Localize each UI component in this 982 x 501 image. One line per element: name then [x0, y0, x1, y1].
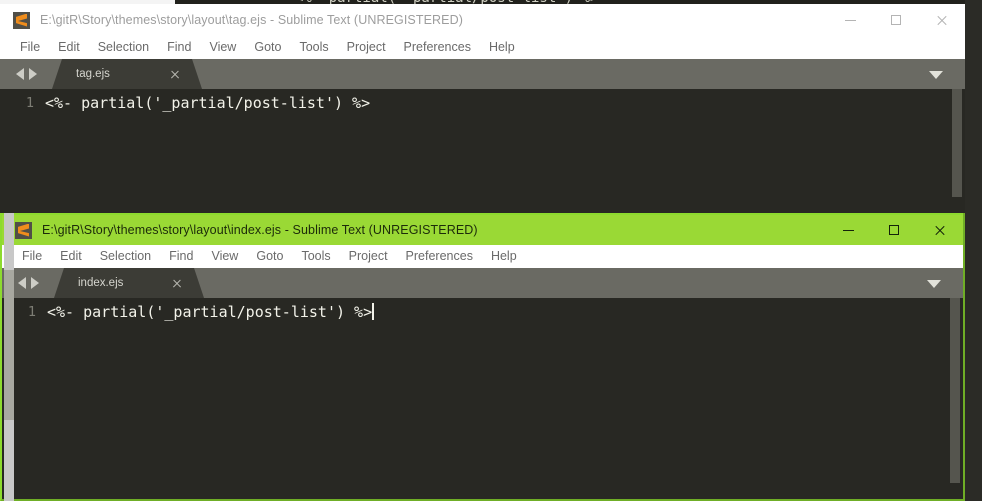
menu-item-file[interactable]: File: [13, 245, 51, 268]
maximize-button[interactable]: [871, 215, 917, 245]
sublime-text-logo-icon: [15, 221, 32, 239]
menubar-index-ejs: File Edit Selection Find View Goto Tools…: [2, 245, 963, 268]
menu-item-preferences[interactable]: Preferences: [395, 36, 480, 59]
titlebar-tag-ejs[interactable]: E:\gitR\Story\themes\story\layout\tag.ej…: [0, 4, 965, 36]
sublime-text-logo-icon: [13, 11, 30, 29]
close-icon: [934, 224, 946, 236]
window-controls-tag-ejs: [827, 4, 965, 36]
code-line: 1 <%- partial('_partial/post-list') %>: [0, 92, 965, 114]
line-number: 1: [25, 95, 34, 111]
menu-item-goto[interactable]: Goto: [245, 36, 290, 59]
code-text-value: <%- partial('_partial/post-list') %>: [47, 303, 373, 321]
maximize-button[interactable]: [873, 4, 919, 36]
menu-item-edit[interactable]: Edit: [51, 245, 91, 268]
menu-item-preferences[interactable]: Preferences: [397, 245, 482, 268]
editor-tag-ejs[interactable]: 1 <%- partial('_partial/post-list') %> p…: [0, 89, 965, 214]
tabbar-tag-ejs: tag.ejs: [0, 59, 965, 89]
text-cursor: [372, 303, 374, 320]
minimize-icon: [844, 19, 856, 21]
tab-next-arrow-icon[interactable]: [30, 277, 39, 289]
close-button[interactable]: [919, 4, 965, 36]
window-title-index-ejs: E:\gitR\Story\themes\story\layout\index.…: [42, 223, 478, 237]
menu-item-project[interactable]: Project: [340, 245, 397, 268]
code-text[interactable]: <%- partial('_partial/post-list') %>: [47, 301, 374, 323]
window-index-ejs[interactable]: E:\gitR\Story\themes\story\layout\index.…: [0, 213, 965, 501]
menu-item-help[interactable]: Help: [482, 245, 526, 268]
editor-vertical-scrollbar[interactable]: [952, 89, 962, 204]
minimize-icon: [842, 229, 854, 231]
titlebar-index-ejs[interactable]: E:\gitR\Story\themes\story\layout\index.…: [2, 213, 963, 245]
tab-tag-ejs[interactable]: tag.ejs: [52, 59, 202, 89]
tab-prev-arrow-icon[interactable]: [15, 68, 24, 80]
menu-item-file[interactable]: File: [11, 36, 49, 59]
menu-item-help[interactable]: Help: [480, 36, 524, 59]
editor-vertical-scrollbar[interactable]: [950, 298, 960, 490]
menu-item-find[interactable]: Find: [160, 245, 202, 268]
close-button[interactable]: [917, 215, 963, 245]
tab-nav-arrows[interactable]: [0, 59, 52, 89]
tab-close-icon[interactable]: [170, 69, 180, 79]
window-tag-ejs[interactable]: E:\gitR\Story\themes\story\layout\tag.ej…: [0, 4, 965, 214]
tab-overflow-caret-icon[interactable]: [927, 280, 941, 288]
menu-item-project[interactable]: Project: [338, 36, 395, 59]
tab-label: index.ejs: [78, 277, 124, 289]
menu-item-view[interactable]: View: [200, 36, 245, 59]
menu-item-view[interactable]: View: [202, 245, 247, 268]
close-icon: [936, 14, 948, 26]
tab-index-ejs[interactable]: index.ejs: [54, 268, 204, 298]
minimize-button[interactable]: [825, 215, 871, 245]
tab-label: tag.ejs: [76, 68, 110, 80]
editor-index-ejs[interactable]: 1 <%- partial('_partial/post-list') %> p…: [2, 298, 963, 499]
menu-item-find[interactable]: Find: [158, 36, 200, 59]
tab-prev-arrow-icon[interactable]: [17, 277, 26, 289]
minimize-button[interactable]: [827, 4, 873, 36]
menu-item-selection[interactable]: Selection: [89, 36, 158, 59]
menu-item-tools[interactable]: Tools: [290, 36, 337, 59]
tab-next-arrow-icon[interactable]: [28, 68, 37, 80]
tabbar-index-ejs: index.ejs: [2, 268, 963, 298]
maximize-icon: [891, 15, 901, 25]
menubar-tag-ejs: File Edit Selection Find View Goto Tools…: [0, 36, 965, 59]
tab-overflow-caret-icon[interactable]: [929, 71, 943, 79]
tab-close-icon[interactable]: [172, 278, 182, 288]
menu-item-tools[interactable]: Tools: [292, 245, 339, 268]
desktop-right-edge: [965, 0, 982, 501]
code-text[interactable]: <%- partial('_partial/post-list') %>: [45, 92, 370, 114]
window-title-tag-ejs: E:\gitR\Story\themes\story\layout\tag.ej…: [40, 13, 463, 27]
menu-item-edit[interactable]: Edit: [49, 36, 89, 59]
maximize-icon: [889, 225, 899, 235]
window-controls-index-ejs: [825, 215, 963, 245]
menu-item-selection[interactable]: Selection: [91, 245, 160, 268]
code-line: 1 <%- partial('_partial/post-list') %>: [2, 301, 963, 323]
menu-item-goto[interactable]: Goto: [247, 245, 292, 268]
background-vertical-scrollbar-thumb[interactable]: [4, 270, 14, 420]
